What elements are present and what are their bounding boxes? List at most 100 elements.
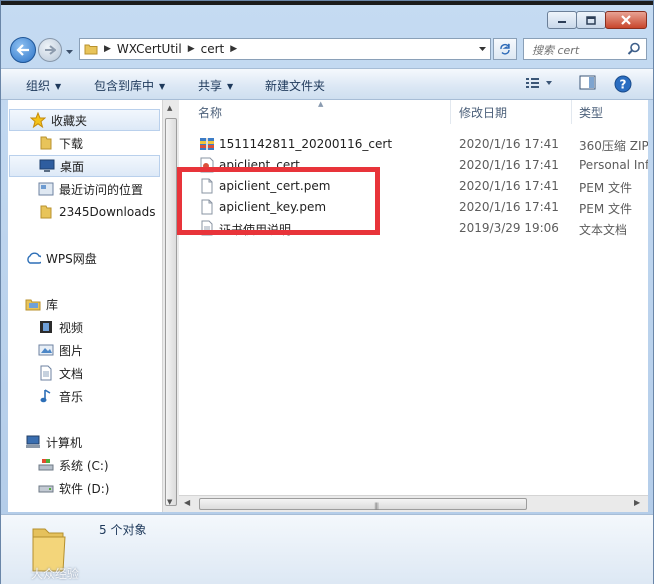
column-header-label: 类型 <box>579 105 604 120</box>
address-bar[interactable]: ▶ WXCertUtil ▶ cert ▶ <box>79 38 491 60</box>
breadcrumb-item-cert[interactable]: cert <box>201 42 225 56</box>
annotation-highlight-box <box>177 167 380 235</box>
scroll-down-arrow[interactable]: ▼ <box>167 498 172 506</box>
view-options-button[interactable] <box>525 75 555 94</box>
music-icon <box>38 388 54 404</box>
file-type: 360压缩 ZIP <box>579 139 648 153</box>
sidebar-item-music[interactable]: 音乐 <box>8 385 160 407</box>
search-box[interactable] <box>523 38 647 60</box>
drive-icon <box>38 480 54 496</box>
preview-pane-button[interactable] <box>579 75 597 94</box>
sidebar-item-favorites[interactable]: 收藏夹 <box>9 109 160 131</box>
share-menu[interactable]: 共享 ▼ <box>198 77 233 94</box>
minimize-icon <box>558 21 566 23</box>
folder-icon <box>84 43 98 55</box>
title-bar <box>1 1 653 31</box>
new-folder-button[interactable]: 新建文件夹 <box>265 77 325 94</box>
back-arrow-icon <box>16 44 29 56</box>
help-icon: ? <box>614 75 632 93</box>
sidebar-item-recent-places[interactable]: 最近访问的位置 <box>8 178 160 200</box>
recent-pages-dropdown[interactable] <box>65 44 74 58</box>
breadcrumb-separator[interactable]: ▶ <box>188 44 195 54</box>
column-header-label: 修改日期 <box>459 105 508 120</box>
chevron-down-icon <box>66 50 73 54</box>
organize-label: 组织 <box>26 79 51 93</box>
video-icon <box>38 319 54 335</box>
desktop-icon <box>39 158 55 174</box>
file-date: 2019/3/29 19:06 <box>459 221 559 235</box>
breadcrumb-separator[interactable]: ▶ <box>230 44 237 54</box>
sidebar-item-videos[interactable]: 视频 <box>8 316 160 338</box>
system-drive-icon <box>38 457 54 473</box>
scroll-left-arrow[interactable]: ◀ <box>184 498 190 507</box>
sidebar-item-label: 软件 (D:) <box>59 481 110 496</box>
scroll-up-arrow[interactable]: ▲ <box>167 104 172 112</box>
breadcrumb-item-wxcertutil[interactable]: WXCertUtil <box>117 42 182 56</box>
folder-icon <box>38 135 54 151</box>
folder-icon <box>38 204 54 220</box>
sidebar-item-downloads[interactable]: 下载 <box>8 132 160 154</box>
sidebar-item-drive-c[interactable]: 系统 (C:) <box>8 454 160 476</box>
column-header-date[interactable]: 修改日期 <box>451 100 572 124</box>
file-row[interactable]: 1511142811_20200116_cert 2020/1/16 17:41… <box>179 134 648 154</box>
file-type: PEM 文件 <box>579 181 632 195</box>
picture-icon <box>38 342 54 358</box>
star-icon <box>30 112 46 128</box>
sidebar-item-label: 音乐 <box>59 389 84 404</box>
computer-icon <box>25 434 41 450</box>
command-bar: 组织 ▼ 包含到库中 ▼ 共享 ▼ 新建文件夹 ? <box>1 68 653 100</box>
file-type: Personal Inf <box>579 158 648 172</box>
column-header-label: 名称 <box>198 105 223 120</box>
file-name: 1511142811_20200116_cert <box>219 137 393 151</box>
sidebar-item-computer[interactable]: 计算机 <box>8 431 160 453</box>
close-button[interactable] <box>605 11 647 29</box>
watermark-text: 大众经验 <box>31 567 80 581</box>
zip-archive-icon <box>199 136 215 155</box>
chevron-down-icon: ▼ <box>227 82 234 91</box>
help-button[interactable]: ? <box>614 75 632 96</box>
cloud-icon <box>25 250 41 266</box>
include-in-library-menu[interactable]: 包含到库中 ▼ <box>94 77 165 94</box>
sidebar-item-desktop[interactable]: 桌面 <box>9 155 160 177</box>
scrollbar-thumb[interactable]: ||| <box>199 498 527 510</box>
file-date: 2020/1/16 17:41 <box>459 200 559 214</box>
sidebar-item-drive-d[interactable]: 软件 (D:) <box>8 477 160 499</box>
library-icon <box>25 296 41 312</box>
close-icon <box>621 15 631 25</box>
back-button[interactable] <box>10 37 36 63</box>
maximize-button[interactable] <box>576 11 606 29</box>
svg-text:?: ? <box>620 78 627 92</box>
sidebar-item-label: 视频 <box>59 320 84 335</box>
file-list-horizontal-scrollbar[interactable]: ◀ ||| ▶ <box>179 495 648 512</box>
scrollbar-thumb[interactable] <box>165 118 177 506</box>
sidebar-item-pictures[interactable]: 图片 <box>8 339 160 361</box>
sidebar-item-documents[interactable]: 文档 <box>8 362 160 384</box>
file-date: 2020/1/16 17:41 <box>459 179 559 193</box>
maximize-icon <box>586 15 596 25</box>
minimize-button[interactable] <box>547 11 577 29</box>
item-count: 5 个对象 <box>99 523 147 537</box>
breadcrumb-separator[interactable]: ▶ <box>104 44 111 54</box>
refresh-button[interactable] <box>493 38 517 60</box>
column-header-name[interactable]: 名称 <box>179 100 451 124</box>
file-type: 文本文档 <box>579 223 628 237</box>
scroll-right-arrow[interactable]: ▶ <box>634 498 640 507</box>
sidebar-item-label: 图片 <box>59 343 84 358</box>
recent-places-icon <box>38 181 54 197</box>
sidebar-item-label: 桌面 <box>60 159 85 174</box>
sidebar-item-wps-cloud[interactable]: WPS网盘 <box>8 247 160 269</box>
column-header-type[interactable]: 类型 <box>572 100 648 124</box>
search-icon[interactable] <box>627 42 641 59</box>
navigation-pane: 收藏夹 下载 桌面 最近访问的位置 2345Downloads WPS网盘 库 <box>8 100 162 512</box>
organize-menu[interactable]: 组织 ▼ <box>26 77 61 94</box>
chevron-down-icon: ▼ <box>159 82 166 91</box>
document-icon <box>38 365 54 381</box>
navigation-scrollbar[interactable]: ▲ ▼ <box>162 100 179 512</box>
sidebar-item-2345downloads[interactable]: 2345Downloads <box>8 201 160 223</box>
chevron-down-icon <box>478 47 486 51</box>
sidebar-item-libraries[interactable]: 库 <box>8 293 160 315</box>
address-dropdown[interactable] <box>474 39 490 59</box>
sidebar-item-label: 文档 <box>59 366 84 381</box>
search-input[interactable] <box>530 41 626 59</box>
forward-button[interactable] <box>38 38 62 62</box>
